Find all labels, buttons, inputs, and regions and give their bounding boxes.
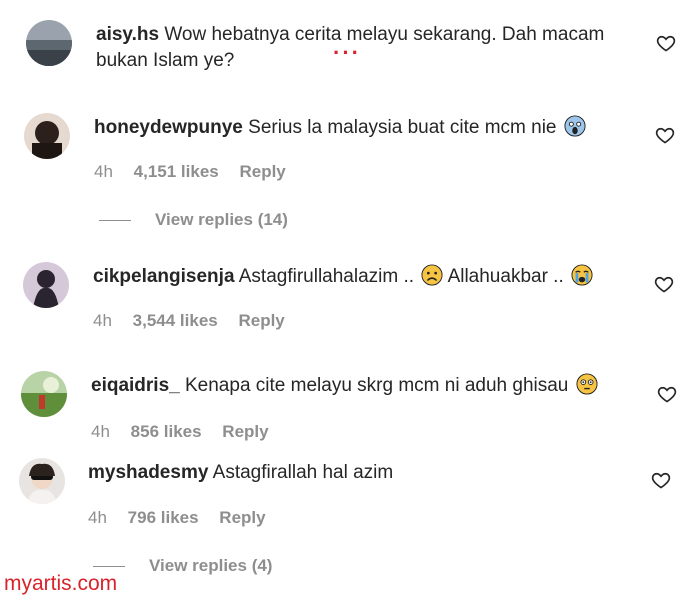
comment-body: myshadesmy Astagfirallah hal azim <box>88 460 393 486</box>
reply-button[interactable]: Reply <box>219 508 265 527</box>
scream-emoji-icon <box>564 115 586 137</box>
flushed-face-icon <box>576 373 598 395</box>
comment-body: cikpelangisenja Astagfirullahalazim .. A… <box>93 264 593 290</box>
reply-button[interactable]: Reply <box>222 422 268 441</box>
comment-meta: 4h 4,151 likes Reply <box>94 161 302 183</box>
comment-meta: 4h 3,544 likes Reply <box>93 310 301 332</box>
avatar[interactable] <box>19 458 65 504</box>
heart-icon[interactable] <box>656 33 676 53</box>
username[interactable]: eiqaidris_ <box>91 375 180 396</box>
heart-icon[interactable] <box>654 274 674 294</box>
heart-icon[interactable] <box>651 470 671 490</box>
timestamp: 4h <box>91 422 110 441</box>
avatar[interactable] <box>26 20 72 66</box>
likes-count[interactable]: 3,544 likes <box>133 311 218 330</box>
heart-icon[interactable] <box>655 125 675 145</box>
avatar[interactable] <box>21 371 67 417</box>
comment-body: honeydewpunye Serius la malaysia buat ci… <box>94 115 586 141</box>
view-replies-label: View replies (14) <box>155 210 288 229</box>
comment-meta: 4h 796 likes Reply <box>88 507 282 529</box>
comment-text: Serius la malaysia buat cite mcm nie <box>248 117 557 138</box>
comment-meta: 4h 856 likes Reply <box>91 421 285 443</box>
watermark: myartis.com <box>4 572 118 595</box>
view-replies-button[interactable]: View replies (4) <box>93 555 272 577</box>
username[interactable]: aisy.hs <box>96 24 159 45</box>
comment-text: Astagfirullahalazim .. <box>238 266 415 287</box>
timestamp: 4h <box>93 311 112 330</box>
crying-face-icon <box>571 264 593 286</box>
sad-face-icon <box>421 264 443 286</box>
replies-divider <box>99 220 131 222</box>
timestamp: 4h <box>88 508 107 527</box>
replies-divider <box>93 566 125 568</box>
username[interactable]: myshadesmy <box>88 462 208 483</box>
avatar[interactable] <box>23 262 69 308</box>
username[interactable]: honeydewpunye <box>94 117 243 138</box>
avatar[interactable] <box>24 113 70 159</box>
username[interactable]: cikpelangisenja <box>93 266 235 287</box>
timestamp: 4h <box>94 162 113 181</box>
view-replies-label: View replies (4) <box>149 556 273 575</box>
likes-count[interactable]: 4,151 likes <box>134 162 219 181</box>
reply-button[interactable]: Reply <box>239 162 285 181</box>
decorative-dots: ··· <box>333 40 361 65</box>
reply-button[interactable]: Reply <box>238 311 284 330</box>
comment-body: eiqaidris_ Kenapa cite melayu skrg mcm n… <box>91 373 598 399</box>
comment-text: Astagfirallah hal azim <box>212 462 394 483</box>
view-replies-button[interactable]: View replies (14) <box>99 209 288 231</box>
likes-count[interactable]: 856 likes <box>131 422 202 441</box>
comment-text: Kenapa cite melayu skrg mcm ni aduh ghis… <box>185 375 569 396</box>
comment-text-2: Allahuakbar .. <box>447 266 564 287</box>
likes-count[interactable]: 796 likes <box>128 508 199 527</box>
heart-icon[interactable] <box>657 384 677 404</box>
